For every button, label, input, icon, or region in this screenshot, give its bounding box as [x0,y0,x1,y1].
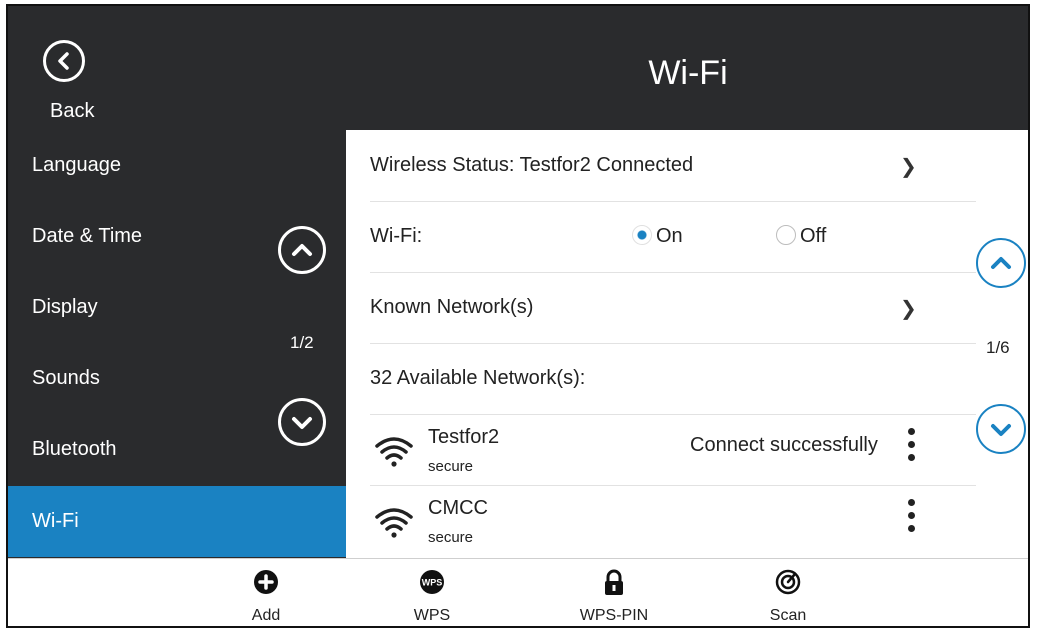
page-title: Wi-Fi [648,54,728,92]
wifi-on-label: On [656,225,683,247]
add-label: Add [251,607,281,624]
wireless-status-row[interactable]: Wireless Status: Testfor2 Connected ❯ [370,130,976,202]
wps-pin-button[interactable]: WPS-PIN [564,565,664,626]
sidebar-page-indicator: 1/2 [290,333,314,352]
plus-circle-icon [254,570,278,594]
scan-icon [775,569,801,595]
content-page-indicator: 1/6 [986,338,1010,357]
back-button[interactable]: Back [30,26,110,126]
title-bar: Back Wi-Fi [8,6,1028,130]
wps-pin-label: WPS-PIN [579,607,649,624]
sidebar-item-label: Language [32,154,121,176]
more-options-icon[interactable] [906,499,918,543]
phone-screen: Back Wi-Fi Language Date & Time Display … [6,4,1030,628]
sidebar-item-label: Sounds [32,367,100,389]
content-scroll-down-button[interactable] [976,404,1026,454]
sidebar-item-label: Date & Time [32,225,143,247]
settings-sidebar: Language Date & Time Display Sounds Blue… [8,130,346,558]
sidebar-scroll-up-button[interactable] [278,226,326,274]
sidebar-item-label: Display [32,296,98,318]
wps-icon-text: WPS [422,578,443,588]
wifi-toggle-row: Wi-Fi: On Off [370,201,976,273]
radio-unselected-icon [776,225,796,245]
wps-label: WPS [413,607,451,624]
add-button[interactable]: Add [216,565,316,626]
network-status: Connect successfully [690,434,878,456]
softkey-bar: Add WPS WPS WPS-PIN Scan [8,558,1028,626]
network-item[interactable]: CMCC secure [370,485,976,556]
scan-label: Scan [769,607,807,624]
chevron-down-icon [292,417,312,429]
sidebar-item-wifi[interactable]: Wi-Fi [8,486,346,557]
wps-button[interactable]: WPS WPS [382,565,482,626]
back-label: Back [50,100,95,122]
more-options-icon[interactable] [906,428,918,472]
content-scroll-up-button[interactable] [976,238,1026,288]
network-item[interactable]: Testfor2 secure Connect successfully [370,414,976,486]
lock-icon [605,569,623,595]
wifi-off-label: Off [800,225,827,247]
known-networks-row[interactable]: Known Network(s) ❯ [370,272,976,344]
scan-button[interactable]: Scan [738,565,838,626]
wifi-label: Wi-Fi: [370,225,423,247]
chevron-up-icon [991,257,1011,269]
sidebar-item-label: Bluetooth [32,438,117,460]
back-arrow-icon [43,40,85,82]
wireless-status-label: Wireless Status: Testfor2 Connected [370,154,694,176]
available-networks-header: 32 Available Network(s): [370,343,976,415]
radio-selected-icon [632,225,652,245]
wifi-settings-panel: Wireless Status: Testfor2 Connected ❯ Wi… [346,130,1028,558]
chevron-down-icon [991,424,1011,436]
sidebar-item-language[interactable]: Language [8,130,346,201]
chevron-right-icon: ❯ [900,298,917,320]
network-name: CMCC [428,497,488,519]
wifi-on-radio[interactable]: On [632,225,683,248]
known-networks-label: Known Network(s) [370,296,534,318]
network-name: Testfor2 [428,426,500,448]
wifi-off-radio[interactable]: Off [776,225,826,248]
chevron-right-icon: ❯ [900,156,917,178]
network-security: secure [428,529,474,546]
available-networks-label: 32 Available Network(s): [370,367,586,389]
wps-icon: WPS [420,570,444,594]
sidebar-item-label: Wi-Fi [32,510,79,532]
chevron-up-icon [292,244,312,256]
network-security: secure [428,458,474,475]
wifi-signal-icon [375,508,413,538]
wifi-signal-icon [375,437,413,467]
sidebar-scroll-down-button[interactable] [278,398,326,446]
